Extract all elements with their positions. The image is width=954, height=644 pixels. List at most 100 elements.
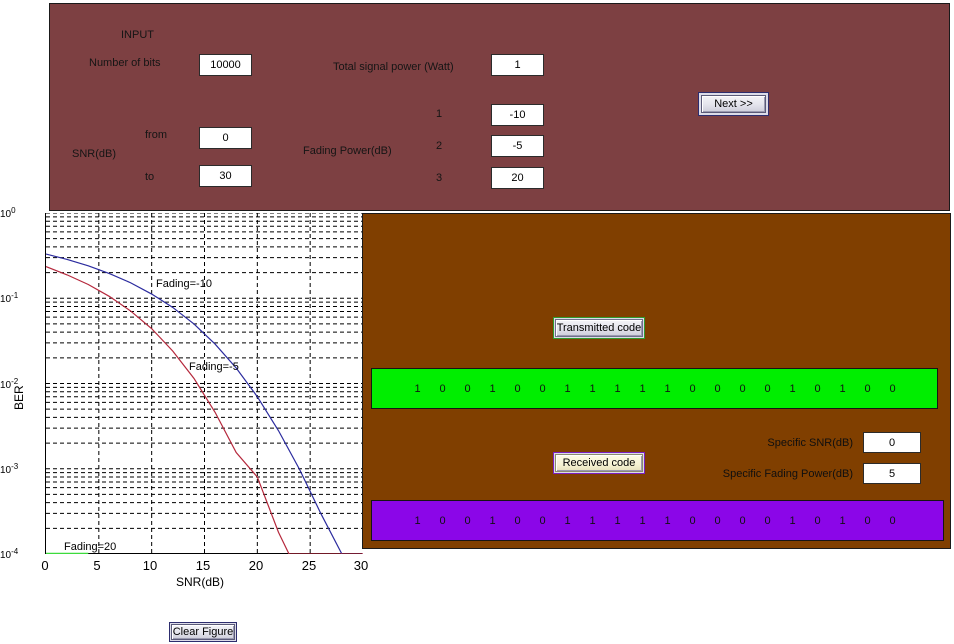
- fading-power-input-1[interactable]: -10: [491, 104, 544, 126]
- bit-cell: 0: [739, 514, 746, 527]
- x-tick-10: 10: [142, 558, 158, 573]
- received-code-button-frame: Received code: [553, 452, 645, 474]
- bit-cell: 0: [864, 514, 871, 527]
- bit-cell: 0: [464, 514, 471, 527]
- y-tick-4: 10-4: [0, 547, 41, 561]
- bit-cell: 0: [539, 514, 546, 527]
- bit-cell: 1: [414, 382, 421, 395]
- annotation-fading-20: Fading=20: [64, 541, 117, 553]
- bit-cell: 0: [889, 382, 896, 395]
- number-of-bits-label: Number of bits: [89, 57, 161, 69]
- snr-to-input[interactable]: 30: [199, 165, 252, 187]
- next-button-frame: Next >>: [698, 92, 769, 116]
- bit-cell: 0: [739, 382, 746, 395]
- x-tick-25: 25: [301, 558, 317, 573]
- specific-fading-input[interactable]: 5: [863, 463, 921, 484]
- bit-cell: 0: [689, 514, 696, 527]
- bit-cell: 1: [589, 382, 596, 395]
- x-axis-label: SNR(dB): [176, 575, 225, 589]
- bit-cell: 0: [814, 514, 821, 527]
- input-section-title: INPUT: [121, 29, 154, 41]
- bit-cell: 0: [814, 382, 821, 395]
- bit-cell: 1: [839, 382, 846, 395]
- y-tick-0: 100: [0, 206, 41, 220]
- clear-figure-button-frame: Clear Figure: [169, 622, 237, 642]
- bit-cell: 0: [864, 382, 871, 395]
- fading-index-3: 3: [436, 172, 443, 184]
- transmitted-code-button[interactable]: Transmitted code: [555, 319, 643, 337]
- total-signal-power-label: Total signal power (Watt): [333, 61, 454, 73]
- bit-cell: 1: [489, 382, 496, 395]
- bit-cell: 0: [514, 382, 521, 395]
- fading-index-1: 1: [436, 108, 443, 120]
- annotation-fading-minus10: Fading=-10: [156, 278, 212, 290]
- fading-index-2: 2: [436, 140, 443, 152]
- result-panel: Transmitted code 1 0 0 1 0 0 1 1 1 1 1 0 0 0 0 1 0 1 0 0 Re…: [362, 213, 951, 549]
- y-tick-3: 10-3: [0, 462, 41, 476]
- bit-cell: 1: [839, 514, 846, 527]
- transmitted-code-button-frame: Transmitted code: [553, 317, 645, 339]
- bit-cell: 0: [514, 514, 521, 527]
- y-tick-4-base: 10: [0, 550, 12, 562]
- bit-cell: 1: [564, 382, 571, 395]
- x-tick-15: 15: [195, 558, 211, 573]
- x-tick-30: 30: [353, 558, 369, 573]
- annotation-fading-minus5: Fading=-5: [189, 361, 239, 373]
- bit-cell: 1: [564, 514, 571, 527]
- bit-cell: 0: [714, 382, 721, 395]
- y-tick-4-exp: -4: [11, 546, 19, 556]
- bit-cell: 1: [664, 514, 671, 527]
- specific-fading-label: Specific Fading Power(dB): [722, 468, 853, 480]
- y-tick-3-exp: -3: [11, 461, 19, 471]
- y-axis-label: BER: [12, 385, 26, 410]
- plot-canvas: [46, 213, 363, 554]
- bit-cell: 1: [789, 382, 796, 395]
- bit-cell: 0: [764, 514, 771, 527]
- bit-cell: 1: [589, 514, 596, 527]
- bit-cell: 1: [664, 382, 671, 395]
- y-tick-3-base: 10: [0, 464, 12, 476]
- x-tick-20: 20: [248, 558, 264, 573]
- bit-cell: 1: [614, 514, 621, 527]
- y-tick-0-exp: 0: [11, 205, 16, 215]
- bit-cell: 1: [414, 514, 421, 527]
- transmitted-code-bar: 1 0 0 1 0 0 1 1 1 1 1 0 0 0 0 1 0 1 0 0: [371, 368, 938, 409]
- input-panel: INPUT Number of bits 10000 Total signal …: [49, 3, 950, 211]
- bit-cell: 0: [714, 514, 721, 527]
- bit-cell: 0: [464, 382, 471, 395]
- plot-area: Fading=-10 Fading=-5 Fading=20: [45, 213, 363, 554]
- snr-from-label: from: [145, 129, 167, 141]
- next-button[interactable]: Next >>: [701, 95, 766, 113]
- bit-cell: 0: [439, 382, 446, 395]
- snr-to-label: to: [145, 171, 155, 183]
- y-tick-1: 10-1: [0, 291, 41, 305]
- total-signal-power-input[interactable]: 1: [491, 54, 544, 76]
- y-tick-1-exp: -1: [11, 291, 19, 301]
- fading-power-input-2[interactable]: -5: [491, 135, 544, 157]
- received-code-bar: 1 0 0 1 0 0 1 1 1 1 1 0 0 0 0 1 0 1 0 0: [371, 500, 944, 541]
- snr-label: SNR(dB): [72, 148, 117, 160]
- bit-cell: 1: [789, 514, 796, 527]
- bit-cell: 0: [689, 382, 696, 395]
- y-tick-0-base: 10: [0, 209, 12, 221]
- bit-cell: 1: [614, 382, 621, 395]
- y-tick-2-exp: -2: [11, 376, 19, 386]
- bit-cell: 1: [639, 514, 646, 527]
- specific-snr-input[interactable]: 0: [863, 432, 921, 453]
- snr-from-input[interactable]: 0: [199, 127, 252, 149]
- x-tick-0: 0: [41, 558, 49, 573]
- y-tick-2-base: 10: [0, 379, 12, 391]
- bit-cell: 1: [489, 514, 496, 527]
- received-code-button[interactable]: Received code: [555, 454, 643, 472]
- bit-cell: 0: [889, 514, 896, 527]
- bit-cell: 0: [539, 382, 546, 395]
- ber-plot: 100 10-1 10-2 10-3 10-4 Fading=-10 Fadin…: [0, 205, 368, 595]
- bit-cell: 0: [439, 514, 446, 527]
- number-of-bits-input[interactable]: 10000: [199, 54, 252, 76]
- clear-figure-button[interactable]: Clear Figure: [171, 624, 235, 640]
- x-tick-5: 5: [93, 558, 101, 573]
- fading-power-label: Fading Power(dB): [303, 145, 392, 157]
- bit-cell: 0: [764, 382, 771, 395]
- specific-snr-label: Specific SNR(dB): [767, 437, 853, 449]
- fading-power-input-3[interactable]: 20: [491, 167, 544, 189]
